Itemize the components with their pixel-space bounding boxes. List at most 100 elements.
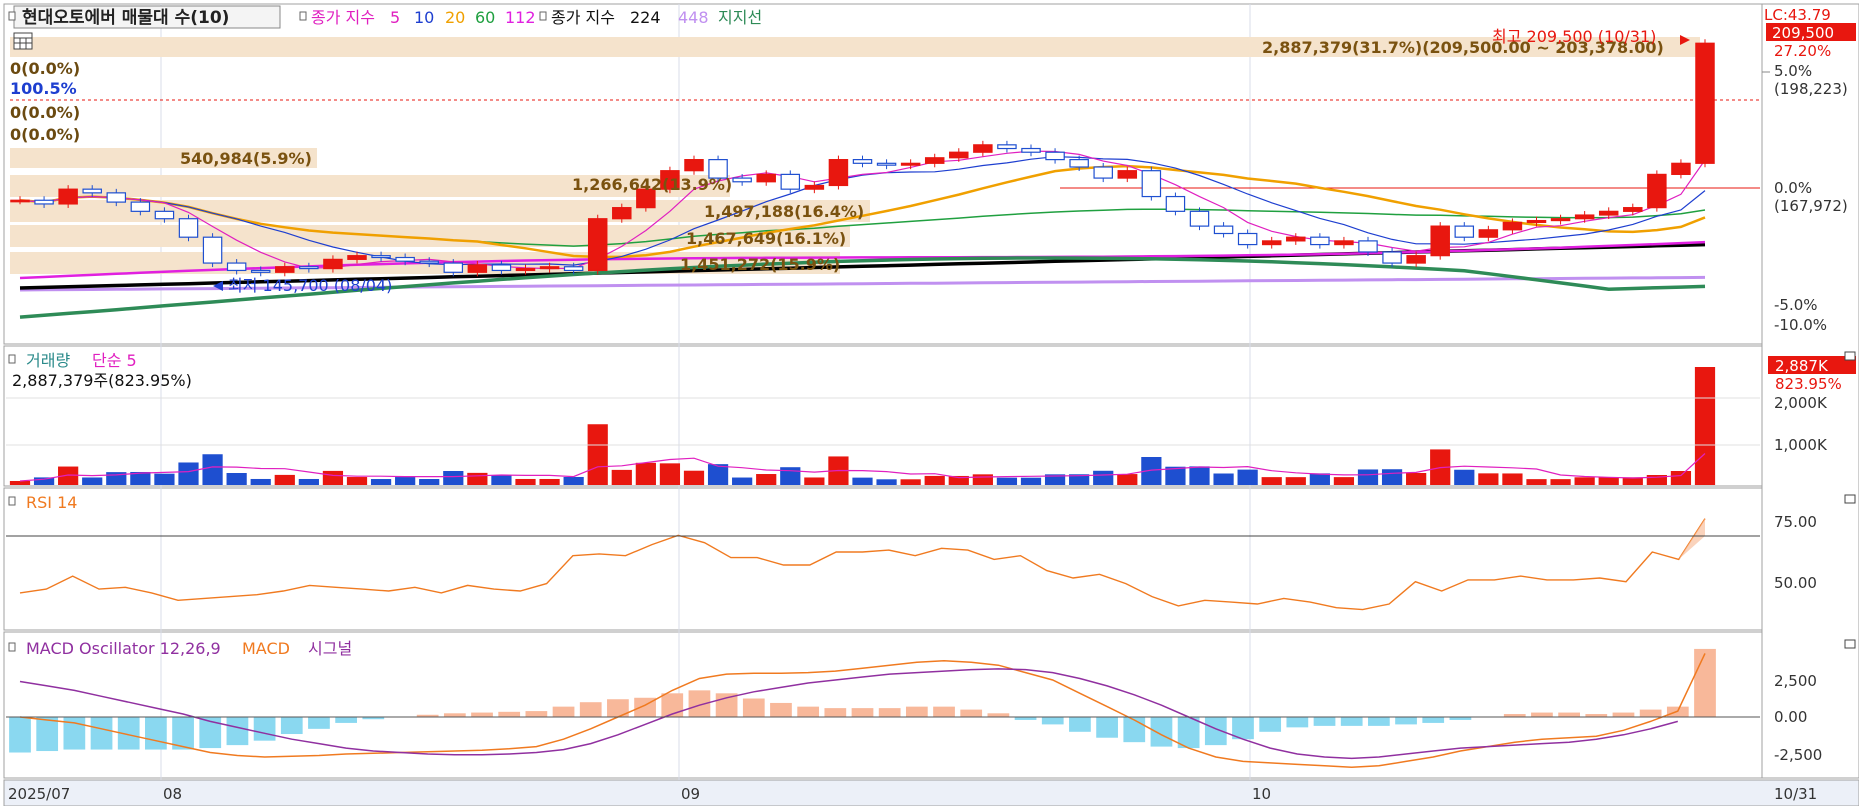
volume-bar [1502, 473, 1523, 485]
close-index2-label: 종가 지수 [551, 8, 615, 27]
macd-oscillator-bar [471, 712, 493, 717]
candle-body [876, 162, 897, 166]
volume-bar [1189, 466, 1210, 485]
candle-body [58, 188, 78, 205]
candle-body [1310, 236, 1330, 246]
macd-oscillator-bar [770, 702, 792, 717]
vol-close-icon[interactable] [1844, 351, 1856, 361]
macd-oscillator-bar [1694, 648, 1716, 717]
candle-body [1526, 219, 1547, 224]
candle-body [1334, 240, 1354, 246]
volume-panel-frame [3, 345, 1763, 487]
axis-5pct: 5.0% [1774, 62, 1812, 80]
candle-body [34, 199, 54, 205]
candle-body [1406, 255, 1426, 264]
vol-legend-bullet [8, 354, 16, 364]
volume-bar [635, 462, 656, 485]
candle-body [250, 269, 271, 273]
volume-bar [1454, 469, 1475, 485]
volume-bar [563, 476, 584, 485]
candle-body [515, 267, 536, 272]
legend-bullet-2 [299, 11, 307, 21]
volume-bar [1285, 477, 1306, 485]
volume-bar [1309, 473, 1330, 485]
volume-bar [322, 470, 344, 485]
candle-body [900, 162, 921, 166]
volume-bar [659, 463, 681, 485]
xaxis-label-oct: 10 [1252, 785, 1271, 803]
volume-bar [852, 477, 873, 485]
volume-bar [1526, 479, 1547, 485]
macd-oscillator-bar [498, 711, 521, 717]
macd-oscillator-bar [1177, 717, 1200, 749]
volume-bar [780, 467, 801, 485]
candle-body [1430, 225, 1450, 257]
profile-label-3: 1,266,642(13.9%) [572, 175, 732, 194]
volume-bar [1574, 477, 1595, 485]
xaxis-label-sep: 09 [681, 785, 700, 803]
volume-bar [1478, 473, 1499, 485]
volume-bar [756, 474, 777, 485]
volume-axis-1000k: 1,000K [1774, 436, 1828, 454]
profile-label-5: 1,467,649(16.1%) [686, 229, 846, 248]
macd-oscillator-bar [1313, 717, 1336, 726]
lc-label: LC:43.79 [1764, 6, 1831, 24]
volume-bar [539, 478, 560, 485]
candle-body [612, 207, 632, 220]
candle-body [563, 266, 584, 272]
macd-oscillator-bar [933, 706, 955, 717]
candle-body [924, 157, 945, 164]
volume-bar [178, 462, 199, 485]
ma-period-60: 60 [475, 8, 495, 27]
volume-bar [298, 478, 319, 485]
volume-badge-pct: 823.95% [1775, 375, 1842, 393]
candle-body [1623, 207, 1643, 212]
candle-body [587, 218, 608, 272]
ma-period-5: 5 [390, 8, 400, 27]
macd-oscillator-bar [335, 717, 357, 723]
axis-minus10: -10.0% [1774, 316, 1827, 334]
profile-label-4: 1,497,188(16.4%) [704, 202, 864, 221]
volume-bar [1117, 474, 1138, 485]
candle-body [1213, 225, 1234, 235]
volume-bar [346, 477, 368, 485]
macd-oscillator-bar [1422, 717, 1445, 723]
candle-body [178, 218, 199, 238]
candle-body [1382, 251, 1402, 264]
volume-ma-label: 단순 5 [92, 351, 137, 370]
stock-label: 현대오토에버 매물대 수(10) [22, 8, 229, 28]
candle-body [1117, 170, 1138, 179]
legend-bullet-1 [8, 11, 16, 21]
volume-bar [732, 477, 753, 485]
volume-bar [924, 475, 945, 485]
macd-oscillator-bar [878, 708, 901, 717]
macd-oscillator-bar [1259, 717, 1282, 732]
volume-bar [515, 478, 536, 485]
candle-body [1189, 210, 1210, 227]
macd-oscillator-bar [1286, 717, 1309, 728]
calendar-icon[interactable] [13, 32, 33, 50]
candle-body [1671, 162, 1691, 175]
macd-close-icon[interactable] [1844, 639, 1856, 649]
current-volume: 2,887,379주(823.95%) [12, 371, 192, 390]
macd-oscillator-bar [851, 708, 874, 717]
ma-period-20: 20 [445, 8, 465, 27]
volume-bar [274, 474, 295, 485]
macd-axis-0: 0.00 [1774, 708, 1807, 726]
candle-body [419, 260, 439, 264]
macd-oscillator-bar [90, 717, 113, 750]
candle-body [10, 199, 30, 203]
macd-oscillator-bar [579, 702, 602, 717]
rsi-title: RSI 14 [26, 493, 77, 512]
volume-bar [250, 478, 271, 485]
macd-oscillator-bar [9, 717, 31, 753]
candle-body [1550, 218, 1571, 222]
volume-bar [683, 470, 705, 485]
macd-oscillator-bar [1639, 709, 1662, 717]
macd-oscillator-bar [308, 717, 330, 729]
volume-bar [202, 454, 223, 485]
change-pct: 27.20% [1774, 42, 1831, 60]
candle-body [684, 159, 704, 172]
rsi-close-icon[interactable] [1844, 494, 1856, 504]
ma-period-448: 448 [678, 8, 709, 27]
